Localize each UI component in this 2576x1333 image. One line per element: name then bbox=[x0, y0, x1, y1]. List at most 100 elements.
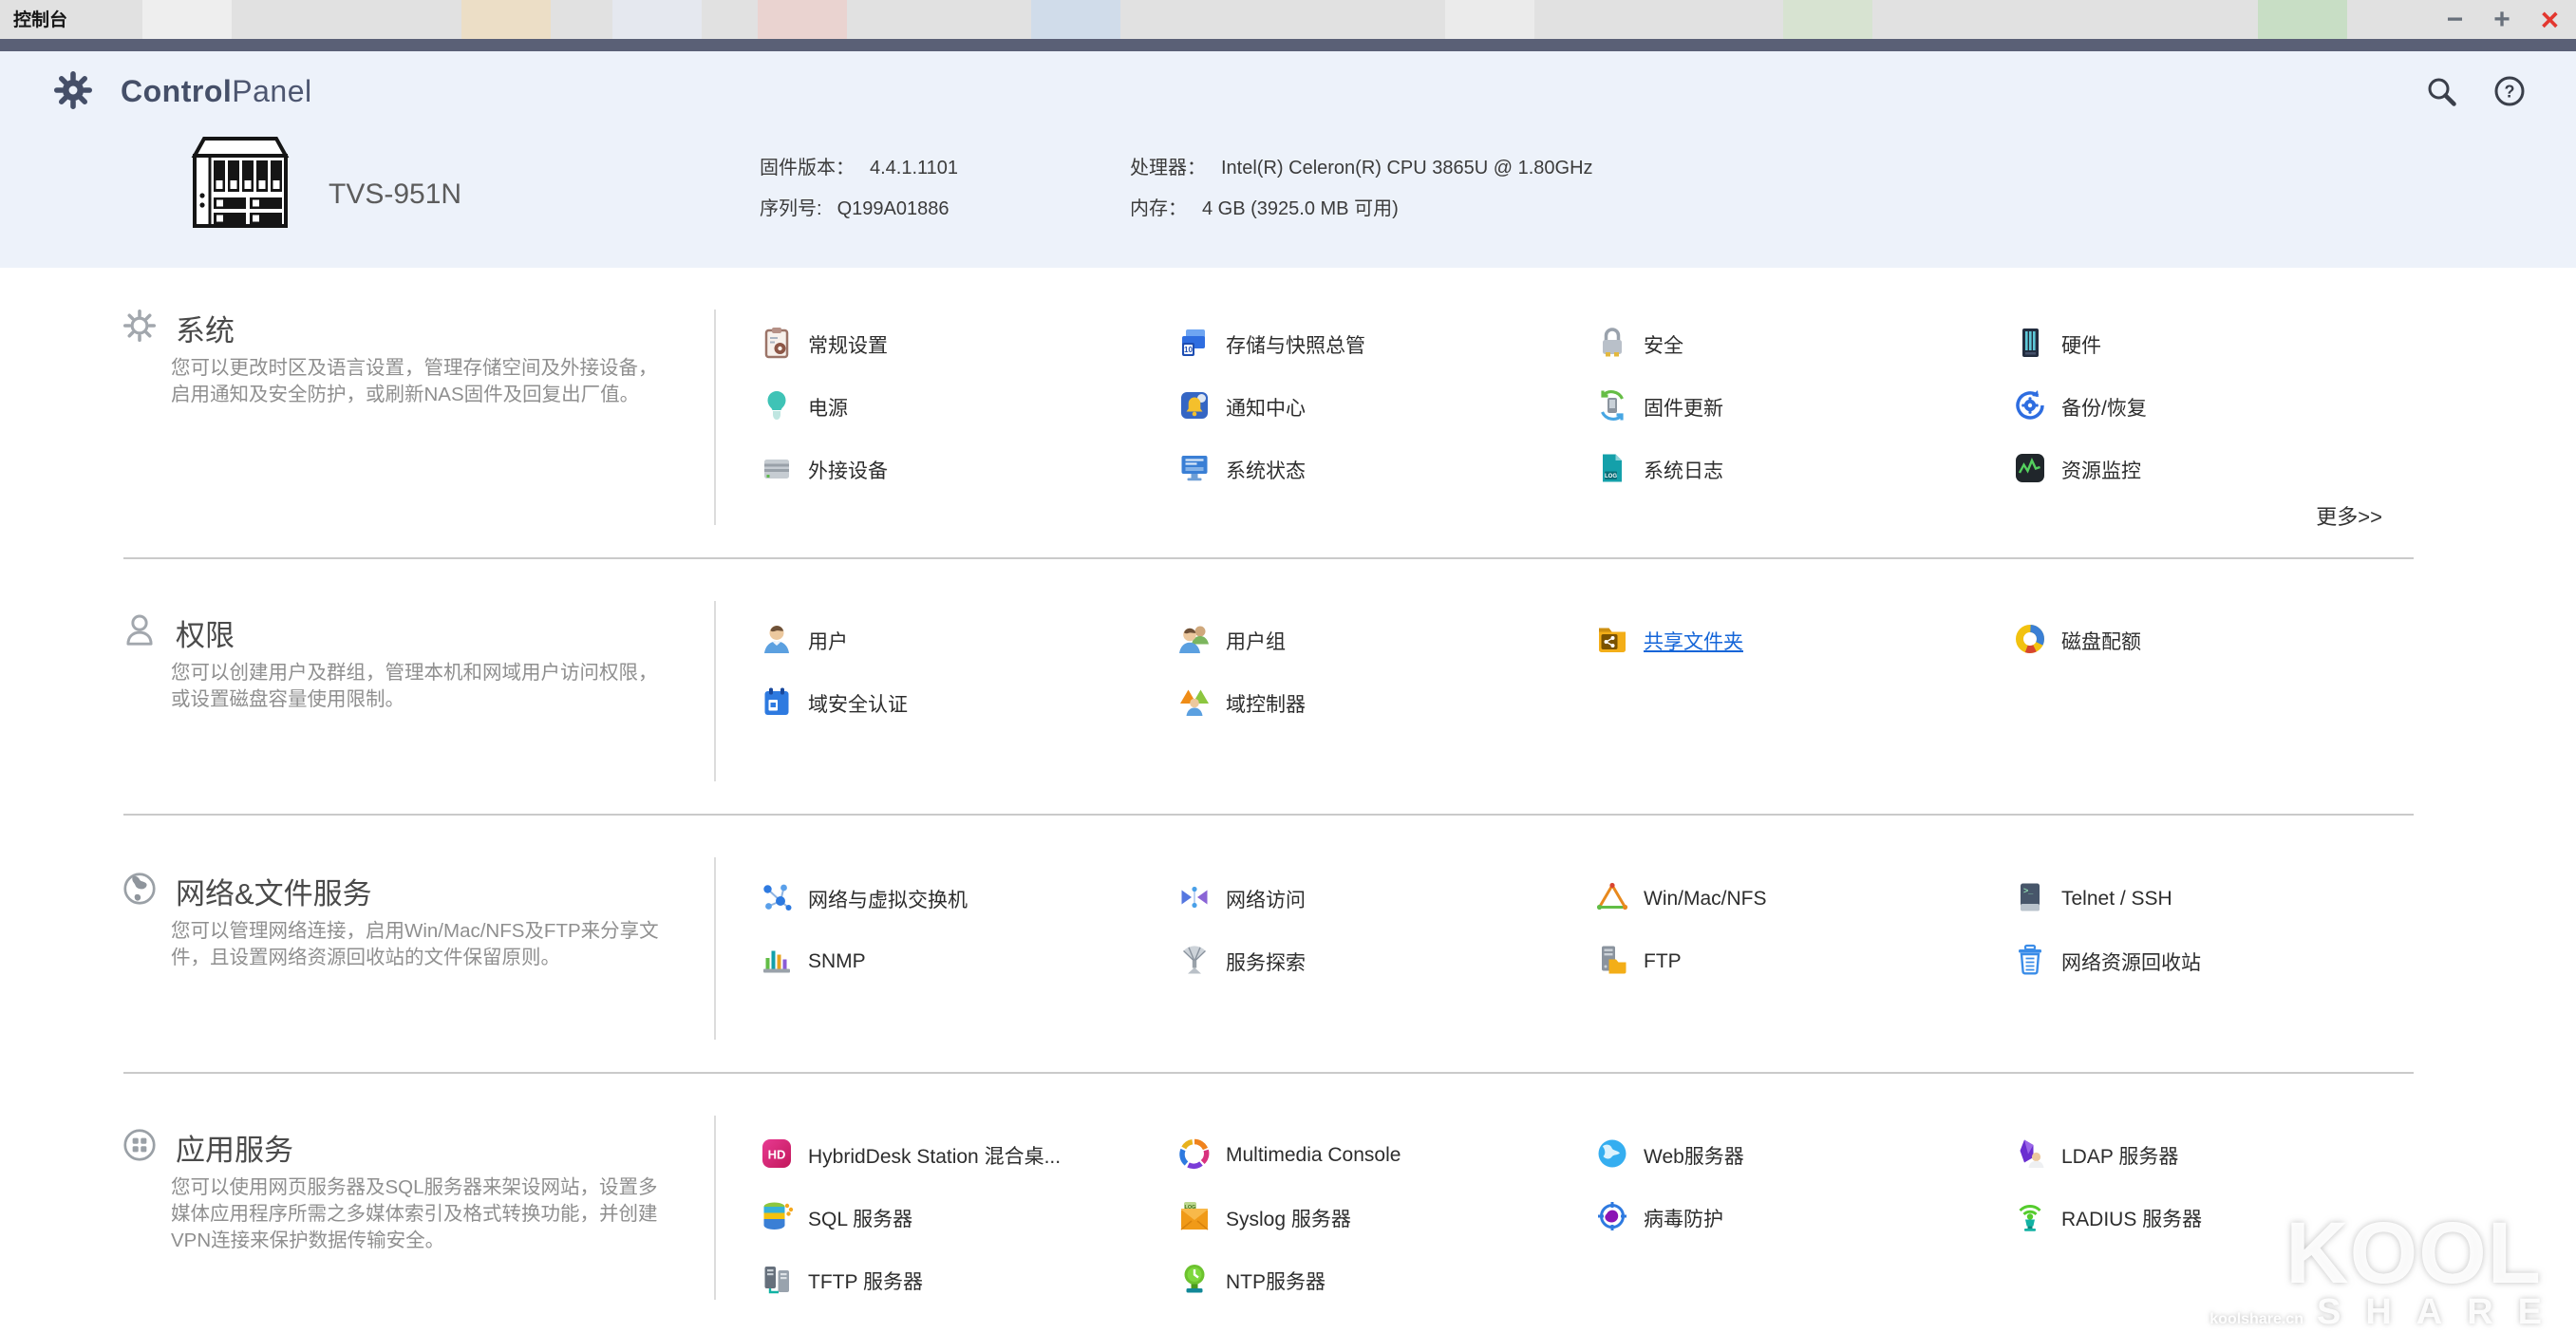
svg-text:>_: >_ bbox=[2023, 886, 2034, 895]
item-radius-server[interactable]: RADIUS 服务器 bbox=[2013, 1199, 2202, 1238]
item-service-discovery[interactable]: 服务探索 bbox=[1177, 943, 1306, 982]
item-label: SNMP bbox=[808, 950, 866, 972]
privilege-section-icon bbox=[120, 610, 160, 655]
window-title: 控制台 bbox=[13, 10, 68, 30]
item-resource-monitor[interactable]: 资源监控 bbox=[2013, 451, 2141, 490]
desktop-background: 控制台 − + × bbox=[0, 0, 2576, 39]
resource-monitor-icon bbox=[2013, 451, 2047, 490]
external-device-icon bbox=[760, 451, 794, 490]
section-items: HD HybridDesk Station 混合桌... Multimedia Co… bbox=[760, 1124, 2431, 1312]
storage-snapshot-icon: 10 bbox=[1177, 326, 1212, 365]
item-ftp[interactable]: FTP bbox=[1595, 943, 1682, 982]
item-hybriddesk[interactable]: HD HybridDesk Station 混合桌... bbox=[760, 1136, 1061, 1175]
section-header: 网络&文件服务 bbox=[120, 869, 372, 913]
item-label: RADIUS 服务器 bbox=[2061, 1209, 2203, 1230]
item-user-group[interactable]: 用户组 bbox=[1177, 622, 1286, 661]
item-label: 网络访问 bbox=[1226, 890, 1306, 911]
item-ldap-server[interactable]: LDAP 服务器 bbox=[2013, 1136, 2178, 1175]
device-info-field: 内存： 4 GB (3925.0 MB 可用) bbox=[1130, 193, 1593, 220]
item-virtual-switch[interactable]: 网络与虚拟交换机 bbox=[760, 880, 968, 919]
item-label: 常规设置 bbox=[808, 335, 888, 357]
item-ntp-server[interactable]: NTP服务器 bbox=[1177, 1262, 1326, 1301]
section-items: 用户 用户组 共享文件夹 磁盘配额域安全认证 域控制器 bbox=[760, 610, 2431, 735]
info-value: 4 GB (3925.0 MB 可用) bbox=[1202, 198, 1399, 219]
item-label: 通知中心 bbox=[1226, 398, 1306, 420]
item-firmware-update[interactable]: 固件更新 bbox=[1595, 388, 1723, 427]
service-discovery-icon bbox=[1177, 943, 1212, 982]
section-description: 您可以使用网页服务器及SQL服务器来架设网站，设置多媒体应用程序所需之多媒体索引… bbox=[171, 1176, 658, 1251]
item-label: 资源监控 bbox=[2061, 460, 2141, 482]
svg-text:?: ? bbox=[2505, 83, 2515, 102]
window-top-bar bbox=[0, 39, 2576, 51]
info-label: 内存： bbox=[1130, 198, 1187, 219]
item-snmp[interactable]: SNMP bbox=[760, 943, 866, 982]
network-recycle-bin-icon bbox=[2013, 943, 2047, 982]
device-info-field: 处理器： Intel(R) Celeron(R) CPU 3865U @ 1.80… bbox=[1130, 152, 1593, 179]
item-network-recycle-bin[interactable]: 网络资源回收站 bbox=[2013, 943, 2201, 982]
search-icon[interactable] bbox=[2424, 74, 2458, 113]
item-hardware[interactable]: 硬件 bbox=[2013, 326, 2101, 365]
item-security[interactable]: 安全 bbox=[1595, 326, 1683, 365]
app-logo-bold: Control bbox=[121, 74, 233, 108]
network-section-icon bbox=[120, 869, 160, 913]
item-telnet-ssh[interactable]: >_ Telnet / SSH bbox=[2013, 880, 2172, 919]
item-syslog-server[interactable]: LOG Syslog 服务器 bbox=[1177, 1199, 1351, 1238]
more-link[interactable]: 更多>> bbox=[2316, 500, 2382, 531]
item-multimedia-console[interactable]: Multimedia Console bbox=[1177, 1136, 1401, 1175]
item-external-device[interactable]: 外接设备 bbox=[760, 451, 888, 490]
firmware-update-icon bbox=[1595, 388, 1629, 427]
item-storage-snapshot[interactable]: 10 存储与快照总管 bbox=[1177, 326, 1365, 365]
item-power[interactable]: 电源 bbox=[760, 388, 848, 427]
item-domain-controller[interactable]: 域控制器 bbox=[1177, 685, 1306, 723]
device-info: 固件版本： 4.4.1.1101 处理器： Intel(R) Celeron(R) C… bbox=[760, 152, 1593, 220]
item-label: Web服务器 bbox=[1644, 1146, 1744, 1168]
domain-controller-icon bbox=[1177, 685, 1212, 723]
item-system-status[interactable]: 系统状态 bbox=[1177, 451, 1306, 490]
item-label: 电源 bbox=[808, 398, 848, 420]
item-label: HybridDesk Station 混合桌... bbox=[808, 1146, 1062, 1168]
item-shared-folder[interactable]: 共享文件夹 bbox=[1595, 622, 1743, 661]
ldap-server-icon bbox=[2013, 1136, 2047, 1175]
item-label: SQL 服务器 bbox=[808, 1209, 913, 1230]
item-network-access[interactable]: 网络访问 bbox=[1177, 880, 1306, 919]
item-antivirus[interactable]: 病毒防护 bbox=[1595, 1199, 1723, 1238]
info-value: Intel(R) Celeron(R) CPU 3865U @ 1.80GHz bbox=[1221, 158, 1593, 178]
item-general-settings[interactable]: 常规设置 bbox=[760, 326, 888, 365]
info-label: 处理器： bbox=[1130, 158, 1206, 178]
tftp-server-icon bbox=[760, 1262, 794, 1301]
minimize-button[interactable]: − bbox=[2447, 5, 2464, 34]
section-vertical-divider bbox=[714, 1116, 716, 1300]
maximize-button[interactable]: + bbox=[2493, 5, 2510, 34]
item-win-mac-nfs[interactable]: Win/Mac/NFS bbox=[1595, 880, 1767, 919]
item-label: TFTP 服务器 bbox=[808, 1271, 923, 1293]
item-label: 固件更新 bbox=[1644, 398, 1723, 420]
section-description: 您可以更改时区及语言设置，管理存储空间及外接设备，启用通知及安全防护，或刷新NA… bbox=[171, 357, 658, 405]
section-items: 网络与虚拟交换机 网络访问 Win/Mac/NFS >_ Telnet / SSH SNM… bbox=[760, 868, 2431, 993]
quota-icon bbox=[2013, 622, 2047, 661]
antivirus-icon bbox=[1595, 1199, 1629, 1238]
item-system-logs[interactable]: LOG 系统日志 bbox=[1595, 451, 1723, 490]
section-header: 应用服务 bbox=[120, 1125, 293, 1170]
syslog-server-icon: LOG bbox=[1177, 1199, 1212, 1238]
header-actions: ? bbox=[2424, 74, 2527, 113]
item-label: Multimedia Console bbox=[1226, 1144, 1401, 1166]
section-title: 权限 bbox=[176, 619, 235, 652]
item-backup-restore[interactable]: 备份/恢复 bbox=[2013, 388, 2147, 427]
user-icon bbox=[760, 622, 794, 661]
item-label: Telnet / SSH bbox=[2061, 888, 2172, 910]
help-icon[interactable]: ? bbox=[2492, 74, 2527, 113]
item-quota[interactable]: 磁盘配额 bbox=[2013, 622, 2141, 661]
item-notification-center[interactable]: 通知中心 bbox=[1177, 388, 1306, 427]
virtual-switch-icon bbox=[760, 880, 794, 919]
section-header: 权限 bbox=[120, 610, 235, 655]
close-button[interactable]: × bbox=[2541, 4, 2559, 35]
app-logo: ControlPanel bbox=[121, 74, 312, 109]
item-user[interactable]: 用户 bbox=[760, 622, 848, 661]
item-domain-security[interactable]: 域安全认证 bbox=[760, 685, 908, 723]
item-sql-server[interactable]: SQL 服务器 bbox=[760, 1199, 912, 1238]
item-tftp-server[interactable]: TFTP 服务器 bbox=[760, 1262, 923, 1301]
shared-folder-icon bbox=[1595, 622, 1629, 661]
radius-server-icon bbox=[2013, 1199, 2047, 1238]
user-group-icon bbox=[1177, 622, 1212, 661]
item-web-server[interactable]: Web服务器 bbox=[1595, 1136, 1744, 1175]
